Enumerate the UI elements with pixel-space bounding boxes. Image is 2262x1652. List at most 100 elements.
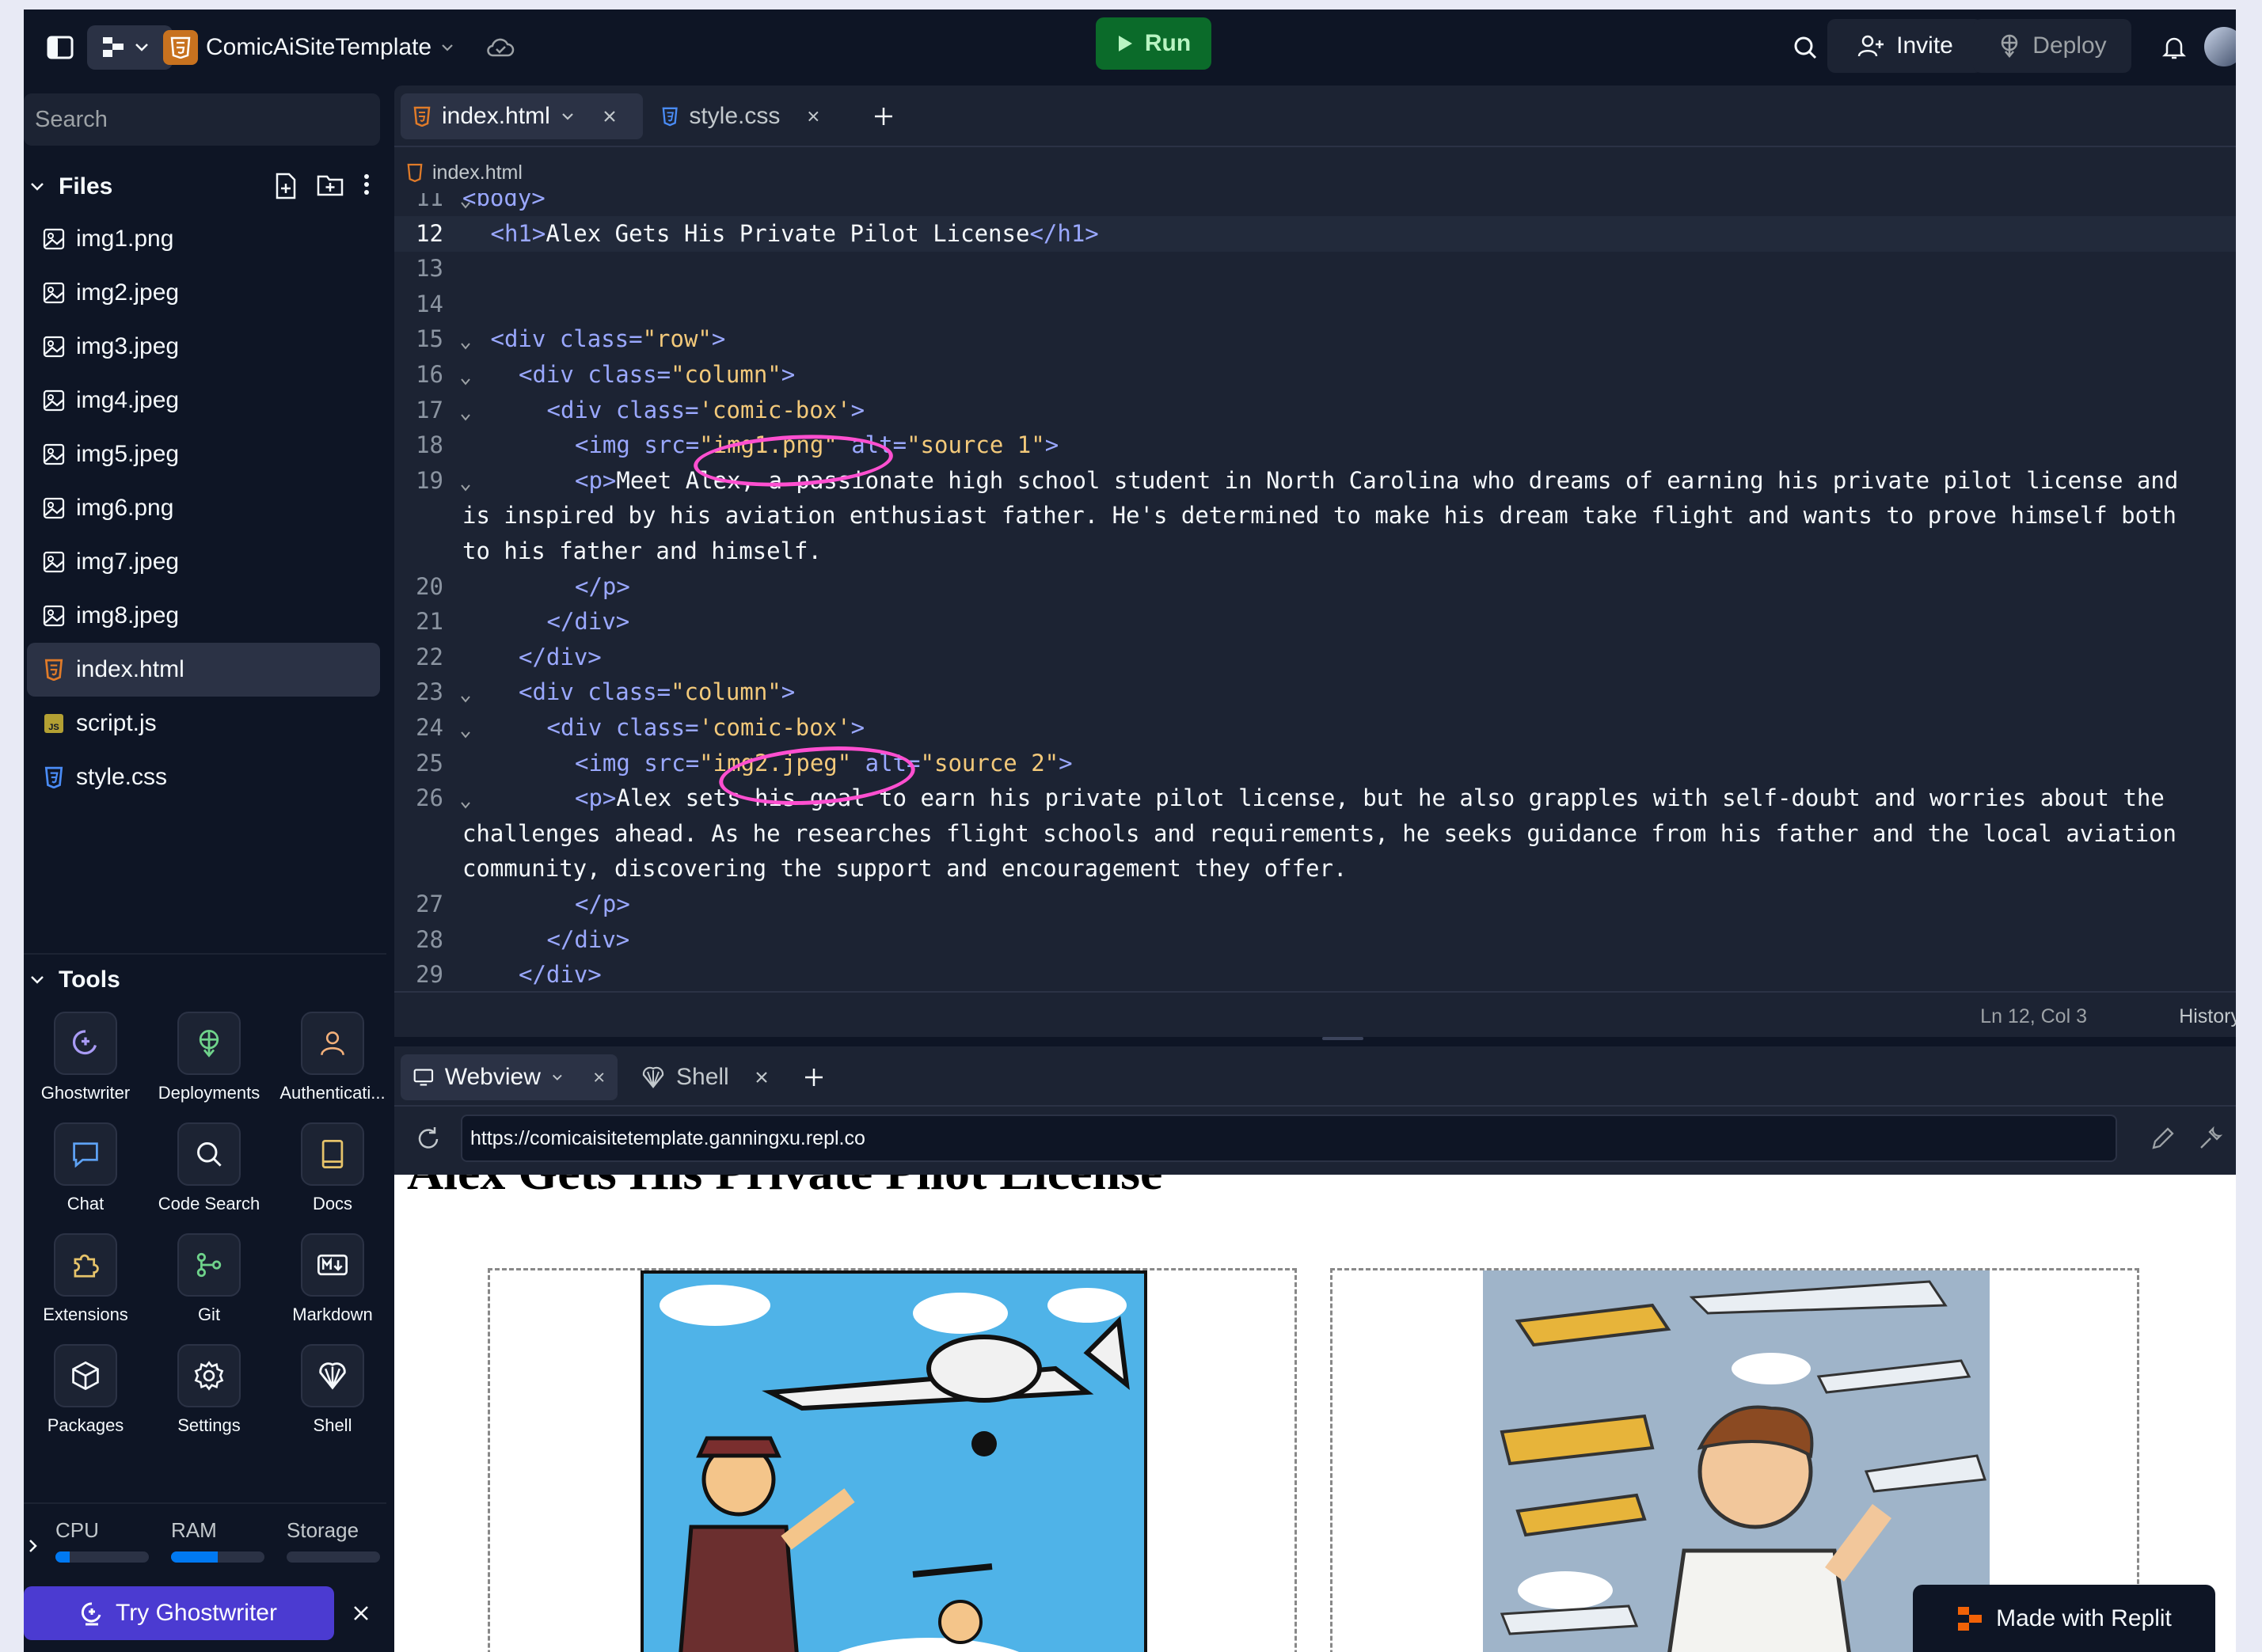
breadcrumb[interactable]: index.html <box>407 157 523 188</box>
tool-authenticati[interactable]: Authenticati... <box>271 1012 394 1103</box>
new-file-icon[interactable] <box>274 173 298 199</box>
history-button[interactable]: History <box>2179 1005 2236 1028</box>
tool-docs[interactable]: Docs <box>271 1122 394 1214</box>
image-icon <box>43 228 65 250</box>
tool-markdown[interactable]: Markdown <box>271 1233 394 1325</box>
tool-extensions[interactable]: Extensions <box>24 1233 147 1325</box>
fold-chevron-icon[interactable] <box>459 790 472 809</box>
run-button[interactable]: Run <box>1096 17 1211 70</box>
file-name: img6.png <box>76 495 174 521</box>
url-input[interactable]: https://comicaisitetemplate.ganningxu.re… <box>461 1115 2117 1162</box>
url-bar: https://comicaisitetemplate.ganningxu.re… <box>394 1107 2236 1175</box>
repl-switcher[interactable] <box>87 25 173 70</box>
webview-pane: Webview Shell https://comicaisitetemplat… <box>394 1046 2236 1652</box>
sidebar-toggle-button[interactable] <box>41 28 79 66</box>
code-token: challenges ahead. As he researches fligh… <box>462 819 2176 847</box>
edit-icon[interactable] <box>2150 1126 2176 1151</box>
code-token: > <box>781 361 796 388</box>
files-header[interactable]: Files <box>24 161 386 212</box>
more-options-icon[interactable] <box>363 173 371 196</box>
code-text: </div> <box>547 922 630 958</box>
file-item[interactable]: img8.jpeg <box>27 589 380 643</box>
file-item[interactable]: img4.jpeg <box>27 374 380 427</box>
tool-packages[interactable]: Packages <box>24 1344 147 1436</box>
close-icon[interactable] <box>603 109 617 123</box>
sidebar-search-input[interactable]: Search <box>24 93 380 146</box>
cursor-position[interactable]: Ln 12, Col 3 <box>1980 1005 2087 1028</box>
tab-index-html[interactable]: index.html <box>401 93 643 139</box>
code-token: </p> <box>575 891 630 917</box>
tab-shell[interactable]: Shell <box>629 1054 782 1100</box>
file-item[interactable]: index.html <box>27 643 380 697</box>
pane-resize-handle[interactable] <box>1322 1037 1363 1040</box>
editor-tab-bar: index.html style.css <box>394 85 2236 147</box>
package-icon <box>54 1344 117 1407</box>
reload-icon[interactable] <box>415 1126 442 1153</box>
file-item[interactable]: style.css <box>27 750 380 804</box>
code-text: is inspired by his aviation enthusiast f… <box>462 498 2176 534</box>
tool-git[interactable]: Git <box>147 1233 271 1325</box>
tab-style-css[interactable]: style.css <box>649 93 833 139</box>
code-line: 16 <div class="column"> <box>394 357 2236 393</box>
devtools-wrench-icon[interactable] <box>2198 1126 2223 1151</box>
deploy-button[interactable]: Deploy <box>1973 19 2131 73</box>
fold-chevron-icon[interactable] <box>459 473 472 492</box>
invite-label: Invite <box>1896 32 1953 59</box>
tool-deployments[interactable]: Deployments <box>147 1012 271 1103</box>
new-tab-button[interactable] <box>790 1054 838 1100</box>
chevron-down-icon[interactable] <box>552 1073 563 1081</box>
fold-chevron-icon[interactable] <box>459 331 472 350</box>
code-token: class= <box>587 361 671 388</box>
tab-webview[interactable]: Webview <box>401 1054 618 1100</box>
file-item[interactable]: img3.jpeg <box>27 320 380 374</box>
code-token: "source 2" <box>920 749 1059 777</box>
code-line: 19 <p>Meet Alex, a passionate high school… <box>394 463 2236 499</box>
notifications-button[interactable] <box>2154 27 2195 68</box>
tools-grid: Ghostwriter Deployments Authenticati... Cha… <box>24 1012 386 1436</box>
code-area[interactable]: 11 <body> 12 <h1>Alex Gets His Private Pilo… <box>394 193 2236 991</box>
tool-label: Git <box>197 1305 221 1324</box>
made-with-label: Made with Replit <box>1996 1605 2172 1631</box>
project-name[interactable]: ComicAiSiteTemplate <box>206 28 454 66</box>
file-item[interactable]: img7.jpeg <box>27 535 380 589</box>
dismiss-ghostwriter-button[interactable] <box>347 1599 375 1627</box>
close-icon[interactable] <box>807 109 820 123</box>
search-button[interactable] <box>1786 28 1824 66</box>
fold-chevron-icon[interactable] <box>459 720 472 739</box>
file-item[interactable]: img1.png <box>27 212 380 266</box>
tool-ghostwriter[interactable]: Ghostwriter <box>24 1012 147 1103</box>
code-line: 15 <div class="row"> <box>394 321 2236 357</box>
ghostwriter-icon <box>54 1012 117 1075</box>
close-icon[interactable] <box>755 1070 769 1084</box>
file-item[interactable]: img5.jpeg <box>27 427 380 481</box>
fold-chevron-icon[interactable] <box>459 684 472 703</box>
fold-chevron-icon[interactable] <box>459 366 472 385</box>
tool-label: Settings <box>177 1415 241 1435</box>
storage-bar <box>287 1551 380 1563</box>
code-line: 23 <div class="column"> <box>394 674 2236 710</box>
tool-chat[interactable]: Chat <box>24 1122 147 1214</box>
chevron-down-icon[interactable] <box>561 112 574 120</box>
file-item[interactable]: JS script.js <box>27 697 380 750</box>
code-token: <div <box>490 325 560 353</box>
cloud-sync-icon[interactable] <box>481 30 519 65</box>
new-tab-button[interactable] <box>860 93 907 139</box>
code-token: <p> <box>575 466 617 494</box>
close-icon[interactable] <box>593 1070 605 1084</box>
monitor-icon <box>413 1069 434 1086</box>
resource-usage[interactable]: CPU RAM Storage <box>24 1502 386 1574</box>
made-with-replit-badge[interactable]: Made with Replit <box>1913 1585 2215 1652</box>
file-item[interactable]: img6.png <box>27 481 380 535</box>
code-token: "source 1" <box>907 431 1045 459</box>
tool-code-search[interactable]: Code Search <box>147 1122 271 1214</box>
tools-header[interactable]: Tools <box>24 953 386 1001</box>
invite-button[interactable]: Invite <box>1827 19 1983 73</box>
user-avatar[interactable] <box>2204 27 2236 66</box>
tool-settings[interactable]: Settings <box>147 1344 271 1436</box>
new-folder-icon[interactable] <box>317 173 344 196</box>
tool-shell[interactable]: Shell <box>271 1344 394 1436</box>
file-item[interactable]: img2.jpeg <box>27 266 380 320</box>
plus-icon <box>805 1069 823 1086</box>
fold-chevron-icon[interactable] <box>459 402 472 421</box>
try-ghostwriter-button[interactable]: Try Ghostwriter <box>24 1586 334 1640</box>
